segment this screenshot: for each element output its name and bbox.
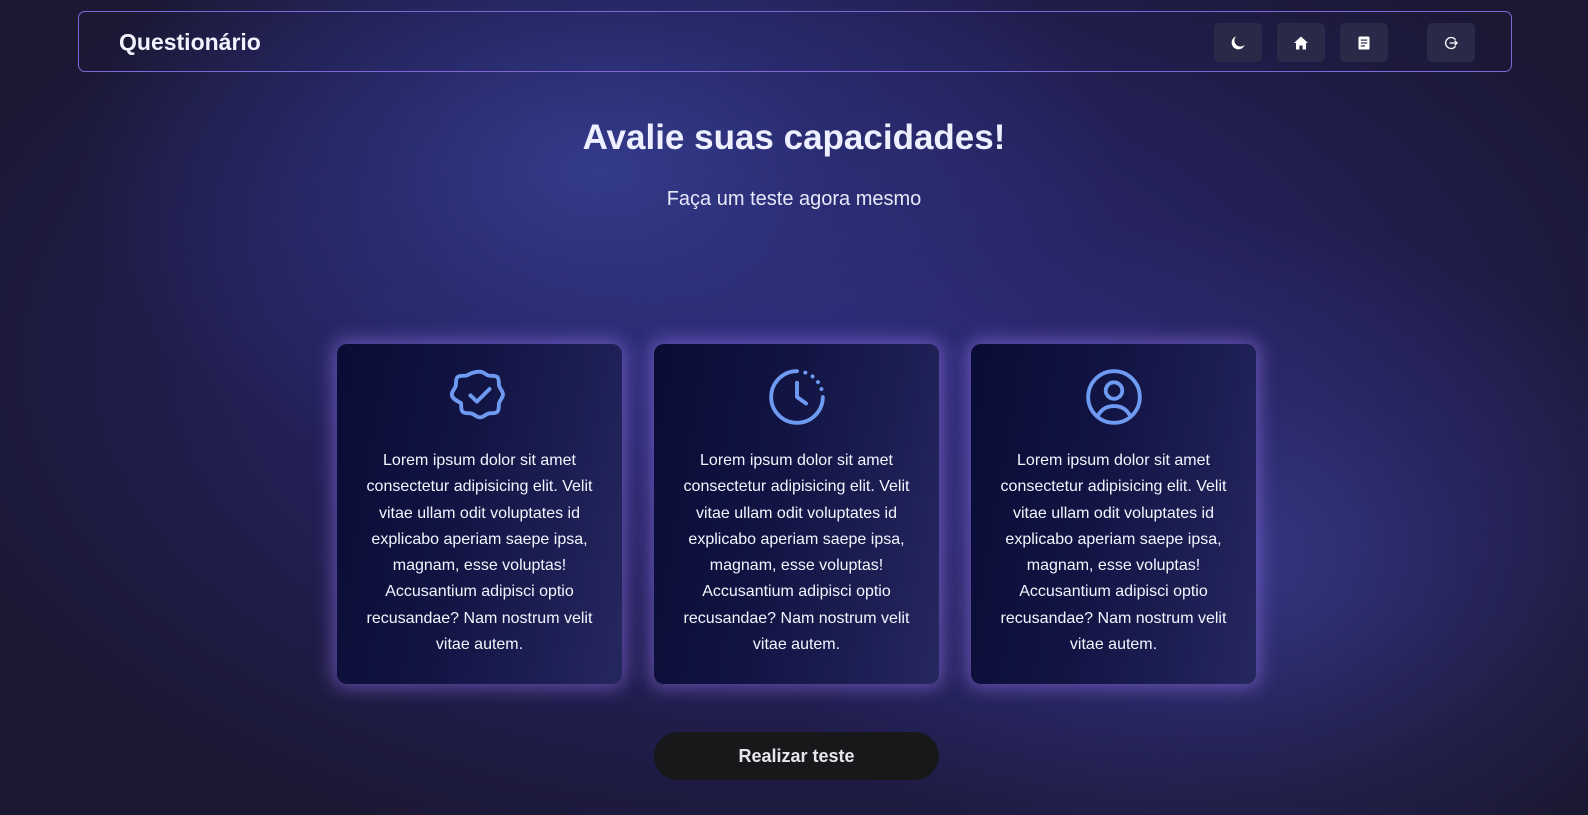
home-button[interactable]: [1277, 23, 1325, 62]
user-circle-icon: [995, 366, 1232, 428]
logout-button[interactable]: [1427, 23, 1475, 62]
card-text: Lorem ipsum dolor sit amet consectetur a…: [366, 452, 593, 654]
document-icon: [1356, 35, 1372, 51]
feature-card: Lorem ipsum dolor sit amet consectetur a…: [654, 344, 939, 684]
feature-card: Lorem ipsum dolor sit amet consectetur a…: [337, 344, 622, 684]
document-button[interactable]: [1340, 23, 1388, 62]
card-text: Lorem ipsum dolor sit amet consectetur a…: [683, 452, 910, 654]
theme-toggle-button[interactable]: [1214, 23, 1262, 62]
clock-icon: [678, 366, 915, 428]
verified-badge-icon: [361, 366, 598, 428]
feature-card: Lorem ipsum dolor sit amet consectetur a…: [971, 344, 1256, 684]
start-test-button[interactable]: Realizar teste: [654, 732, 939, 780]
page-subtitle: Faça um teste agora mesmo: [666, 188, 922, 210]
card-text: Lorem ipsum dolor sit amet consectetur a…: [1000, 452, 1227, 654]
home-icon: [1293, 35, 1309, 51]
top-navbar: Questionário: [78, 11, 1512, 72]
moon-icon: [1230, 35, 1246, 51]
page-title: Avalie suas capacidades!: [582, 118, 1006, 157]
logout-icon: [1443, 35, 1459, 51]
brand-title: Questionário: [119, 29, 261, 55]
